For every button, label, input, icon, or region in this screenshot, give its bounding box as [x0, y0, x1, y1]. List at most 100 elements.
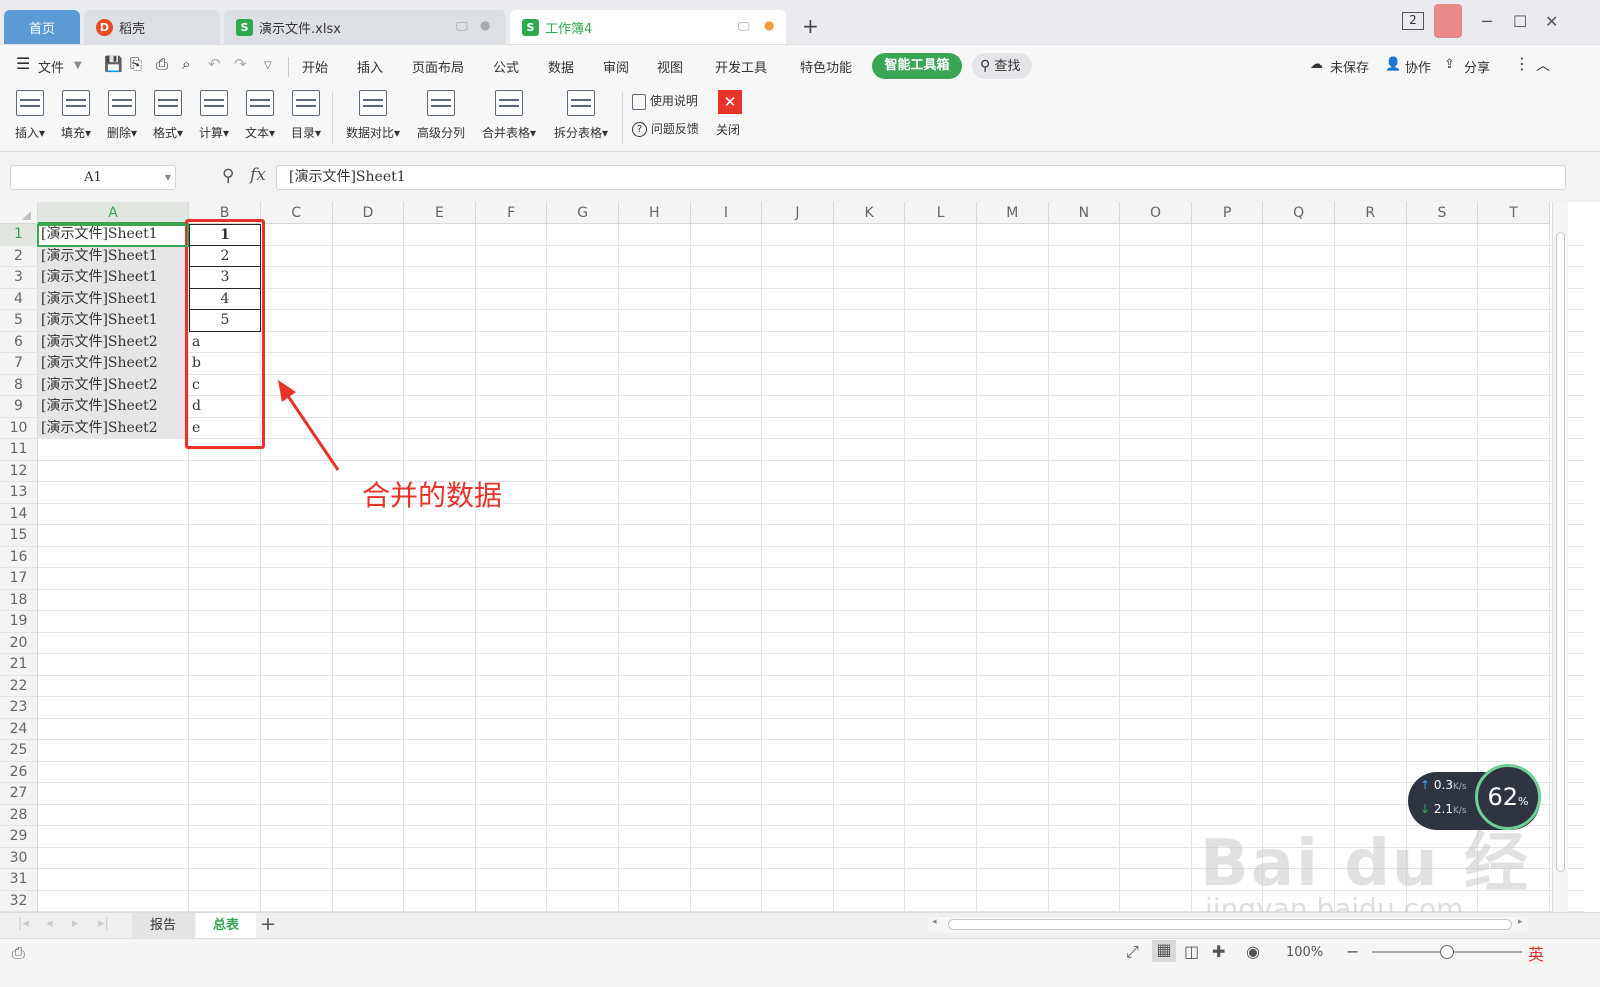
row-header-27[interactable]: 27 — [0, 783, 38, 805]
horizontal-scroll-thumb[interactable] — [948, 919, 1512, 930]
ribbon-calc-button[interactable]: 计算▾ — [194, 86, 234, 150]
maximize-icon[interactable]: ☐ — [1513, 12, 1527, 31]
menu-special[interactable]: 特色功能 — [800, 57, 852, 76]
add-sheet-button[interactable]: + — [260, 913, 276, 935]
eye-protection-icon[interactable]: ◉ — [1246, 942, 1260, 961]
column-header-g[interactable]: G — [547, 202, 619, 224]
column-header-j[interactable]: J — [762, 202, 834, 224]
cell-a2[interactable]: [演示文件]Sheet1 — [38, 245, 188, 267]
row-header-16[interactable]: 16 — [0, 546, 38, 568]
vertical-scrollbar[interactable] — [1552, 202, 1568, 912]
print-preview-icon[interactable]: ⌕ — [182, 55, 190, 73]
scroll-right-icon[interactable]: ▸ — [1518, 917, 1523, 927]
column-header-h[interactable]: H — [619, 202, 691, 224]
page-break-view-icon[interactable]: ◫ — [1184, 942, 1199, 961]
feedback-button[interactable]: ? 问题反馈 — [632, 120, 699, 137]
normal-view-icon[interactable]: ▦ — [1152, 940, 1176, 962]
row-header-10[interactable]: 10 — [0, 417, 38, 439]
row-header-14[interactable]: 14 — [0, 503, 38, 525]
menu-review[interactable]: 审阅 — [603, 57, 629, 76]
more-quick-icon[interactable]: ▽ — [264, 60, 272, 71]
menu-smart-toolbox[interactable]: 智能工具箱 — [872, 53, 962, 79]
row-header-20[interactable]: 20 — [0, 632, 38, 654]
row-header-8[interactable]: 8 — [0, 374, 38, 396]
column-header-f[interactable]: F — [475, 202, 548, 224]
menu-formula[interactable]: 公式 — [493, 57, 519, 76]
sheet-tab-summary[interactable]: 总表 — [196, 913, 256, 938]
memory-gauge[interactable]: 62% — [1475, 764, 1541, 830]
window-count-icon[interactable]: 2 — [1402, 12, 1424, 30]
select-all-corner[interactable] — [0, 202, 38, 224]
ribbon-insert-button[interactable]: 插入▾ — [10, 86, 50, 150]
cell-a5[interactable]: [演示文件]Sheet1 — [38, 310, 188, 332]
row-header-6[interactable]: 6 — [0, 331, 38, 353]
reading-mode-icon[interactable]: ✚ — [1212, 942, 1225, 961]
format-painter-icon[interactable]: ⎘ — [130, 55, 142, 73]
row-header-9[interactable]: 9 — [0, 396, 38, 418]
column-header-r[interactable]: R — [1335, 202, 1407, 224]
save-icon[interactable]: 💾 — [104, 55, 123, 73]
zoom-level[interactable]: 100% — [1286, 945, 1323, 960]
last-sheet-icon[interactable]: ▸| — [98, 916, 109, 931]
vertical-scroll-thumb[interactable] — [1556, 232, 1565, 872]
redo-icon[interactable]: ↷ — [234, 55, 247, 73]
ribbon-fill-button[interactable]: 填充▾ — [56, 86, 96, 150]
search-box[interactable]: ⚲ 查找 — [972, 53, 1032, 79]
zoom-slider-handle[interactable] — [1440, 945, 1454, 959]
column-header-t[interactable]: T — [1478, 202, 1550, 224]
cell-a8[interactable]: [演示文件]Sheet2 — [38, 374, 188, 396]
cell-a3[interactable]: [演示文件]Sheet1 — [38, 267, 188, 289]
menu-developer[interactable]: 开发工具 — [715, 57, 767, 76]
cell-a7[interactable]: [演示文件]Sheet2 — [38, 353, 188, 375]
row-header-15[interactable]: 15 — [0, 525, 38, 547]
row-header-13[interactable]: 13 — [0, 482, 38, 504]
row-header-19[interactable]: 19 — [0, 611, 38, 633]
ribbon-compare-button[interactable]: 数据对比▾ — [340, 86, 406, 150]
cell-a9[interactable]: [演示文件]Sheet2 — [38, 396, 188, 418]
menu-view[interactable]: 视图 — [657, 57, 683, 76]
row-header-5[interactable]: 5 — [0, 310, 38, 332]
monitor-icon[interactable]: 🖵 — [738, 19, 750, 34]
fullscreen-icon[interactable]: ⤢ — [1126, 942, 1139, 962]
column-header-k[interactable]: K — [833, 202, 906, 224]
print-icon[interactable]: ⎙ — [156, 55, 168, 73]
row-header-18[interactable]: 18 — [0, 589, 38, 611]
cell-a6[interactable]: [演示文件]Sheet2 — [38, 331, 188, 353]
share-button[interactable]: 分享 — [1464, 57, 1490, 76]
row-header-30[interactable]: 30 — [0, 847, 38, 869]
menu-insert[interactable]: 插入 — [357, 57, 383, 76]
column-header-a[interactable]: A — [38, 202, 189, 224]
collapse-ribbon-icon[interactable]: ︿ — [1536, 55, 1550, 75]
row-header-7[interactable]: 7 — [0, 353, 38, 375]
menu-file[interactable]: 文件 — [38, 57, 64, 76]
undo-icon[interactable]: ↶ — [208, 55, 221, 73]
tab-docer[interactable]: D 稻壳 — [84, 10, 220, 44]
column-header-i[interactable]: I — [690, 202, 763, 224]
column-header-e[interactable]: E — [404, 202, 476, 224]
column-header-d[interactable]: D — [332, 202, 405, 224]
row-header-25[interactable]: 25 — [0, 740, 38, 762]
row-header-4[interactable]: 4 — [0, 288, 38, 310]
ribbon-toc-button[interactable]: 目录▾ — [286, 86, 326, 150]
row-header-23[interactable]: 23 — [0, 697, 38, 719]
sheet-tab-report[interactable]: 报告 — [132, 913, 194, 938]
row-header-32[interactable]: 32 — [0, 890, 38, 912]
ribbon-delete-button[interactable]: 删除▾ — [102, 86, 142, 150]
unsaved-dot-icon[interactable]: ● — [764, 18, 774, 32]
tab-close-dot-icon[interactable]: ● — [480, 18, 490, 32]
tab-demo-file[interactable]: S 演示文件.xlsx 🖵 ● — [224, 10, 506, 44]
row-header-3[interactable]: 3 — [0, 267, 38, 289]
row-header-2[interactable]: 2 — [0, 245, 38, 267]
row-header-29[interactable]: 29 — [0, 826, 38, 848]
hamburger-icon[interactable]: ☰ — [16, 54, 30, 73]
row-header-21[interactable]: 21 — [0, 654, 38, 676]
ime-indicator[interactable]: 英 — [1528, 941, 1544, 965]
menu-page-layout[interactable]: 页面布局 — [412, 57, 464, 76]
cell-a4[interactable]: [演示文件]Sheet1 — [38, 288, 188, 310]
column-header-p[interactable]: P — [1191, 202, 1264, 224]
row-header-12[interactable]: 12 — [0, 460, 38, 482]
column-header-o[interactable]: O — [1120, 202, 1192, 224]
formula-input[interactable]: [演示文件]Sheet1 — [276, 165, 1566, 190]
column-header-l[interactable]: L — [905, 202, 977, 224]
avatar[interactable] — [1434, 4, 1462, 38]
